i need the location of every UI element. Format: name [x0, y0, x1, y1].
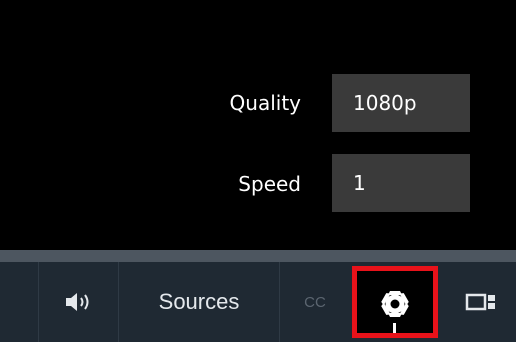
- speed-select[interactable]: 1: [332, 154, 470, 212]
- volume-button[interactable]: [39, 262, 118, 342]
- sources-label: Sources: [158, 289, 240, 314]
- progress-bar[interactable]: [0, 250, 516, 262]
- quality-select[interactable]: 1080p: [332, 74, 470, 132]
- control-bar: Sources CC: [0, 262, 516, 342]
- settings-menu: Quality 1080p Speed 1: [0, 0, 516, 250]
- captions-label: CC: [304, 293, 326, 311]
- volume-icon: [65, 293, 88, 311]
- layout-button[interactable]: [446, 262, 516, 342]
- video-player: Quality 1080p Speed 1 Sources CC: [0, 0, 516, 342]
- captions-button[interactable]: CC: [280, 262, 350, 342]
- quality-label: Quality: [229, 91, 301, 115]
- sources-button[interactable]: Sources: [119, 262, 279, 342]
- speed-label: Speed: [238, 172, 301, 196]
- gear-icon: [381, 291, 409, 333]
- picture-in-picture-icon: [465, 293, 495, 311]
- settings-button[interactable]: [352, 266, 438, 338]
